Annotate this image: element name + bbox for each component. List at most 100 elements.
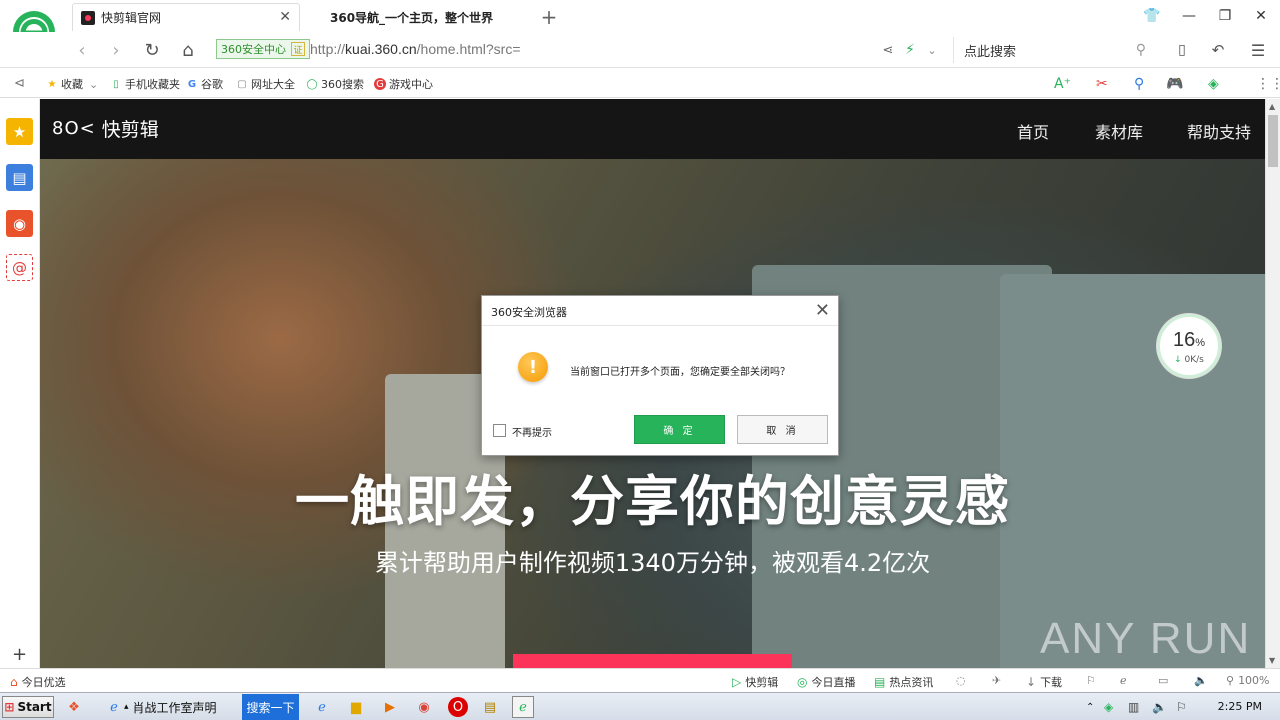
tab-kuaijianji[interactable]: 快剪辑官网 ✕ xyxy=(72,3,300,31)
taskbar-search-button[interactable]: 搜索一下 xyxy=(242,694,299,720)
start-button[interactable]: ⊞ Start xyxy=(2,696,54,718)
ie-mode-icon[interactable]: ℯ xyxy=(1120,674,1127,687)
speedup-icon[interactable]: ◌ xyxy=(956,674,966,687)
apps-icon[interactable]: ⋮⋮ xyxy=(1256,76,1280,92)
nav-help[interactable]: 帮助支持 xyxy=(1187,119,1251,143)
tray-network-icon[interactable]: ▥ xyxy=(1128,696,1139,718)
taskbar-folder-icon[interactable]: ▆ xyxy=(346,696,366,718)
chevron-down-icon[interactable]: ⌄ xyxy=(920,38,944,62)
star-icon: ★ xyxy=(47,78,57,90)
status-download[interactable]: ↓ 下载 xyxy=(1026,674,1062,690)
bookmark-360-search[interactable]: ◯ 360搜索 xyxy=(306,76,364,92)
new-tab-icon[interactable]: + xyxy=(538,3,560,31)
taskbar-chrome-icon[interactable]: ◉ xyxy=(414,696,434,718)
security-badge[interactable]: 360安全中心 证 xyxy=(216,39,310,59)
translate-icon[interactable]: A⁺ xyxy=(1054,76,1071,92)
reading-list-icon[interactable]: ▤ xyxy=(6,164,33,191)
phone-icon: ▯ xyxy=(113,78,119,90)
certificate-icon: 证 xyxy=(291,42,305,56)
page-scrollbar[interactable]: ▲ ▼ xyxy=(1265,99,1280,668)
screenshot-icon[interactable]: ✂ xyxy=(1096,76,1108,92)
warning-icon: ! xyxy=(518,352,548,382)
site-logo[interactable]: 8O< 快剪辑 xyxy=(52,115,159,142)
tray-shield-icon[interactable]: ◈ xyxy=(1104,696,1113,718)
status-kuaijianji[interactable]: ▷ 快剪辑 xyxy=(732,674,778,690)
cancel-button[interactable]: 取 消 xyxy=(737,415,828,444)
share-icon[interactable]: ⋖ xyxy=(876,38,900,62)
nav-home[interactable]: 首页 xyxy=(1017,119,1049,143)
bookmark-sites[interactable]: ▢ 网址大全 xyxy=(236,76,295,92)
pin-icon[interactable]: ✈ xyxy=(992,674,1001,687)
skin-icon[interactable]: 👕 xyxy=(1137,4,1167,28)
taskbar-clock[interactable]: 2:25 PM xyxy=(1218,700,1262,713)
tray-flag-icon[interactable]: ⚐ xyxy=(1176,696,1187,718)
divider xyxy=(482,325,838,326)
close-all-dialog: 360安全浏览器 ✕ ! 当前窗口已打开多个页面，您确定要全部关闭吗？ 不再提示… xyxy=(481,295,839,456)
bookmark-favorites[interactable]: ★ 收藏 ⌄ xyxy=(46,76,99,92)
confirm-button[interactable]: 确 定 xyxy=(634,415,725,444)
site-header: 8O< 快剪辑 首页 素材库 帮助支持 xyxy=(40,99,1265,159)
taskbar-ie-window[interactable]: ℯ ▴ 肖战工作室声明 xyxy=(104,696,239,718)
close-window-icon[interactable]: ✕ xyxy=(1246,4,1276,28)
status-news[interactable]: ▤ 热点资讯 xyxy=(874,674,933,690)
speed-mode-icon[interactable]: ⚡ xyxy=(898,38,922,62)
add-sidebar-icon[interactable]: + xyxy=(6,641,33,668)
checkbox-label[interactable]: 不再提示 xyxy=(512,424,552,439)
mobile-icon[interactable]: ▯ xyxy=(1170,38,1194,62)
dialog-close-icon[interactable]: ✕ xyxy=(815,300,830,321)
undo-icon[interactable]: ↶ xyxy=(1206,38,1230,62)
restore-icon[interactable]: ❐ xyxy=(1210,4,1240,28)
favorites-star-icon[interactable]: ★ xyxy=(6,118,33,145)
tray-volume-icon[interactable]: 🔈 xyxy=(1152,696,1167,718)
ie-icon: ℯ xyxy=(110,699,118,715)
forward-icon[interactable]: › xyxy=(104,38,128,62)
window-icon[interactable]: ▭ xyxy=(1158,674,1168,687)
today-picks[interactable]: ⌂ 今日优选 xyxy=(10,674,66,690)
bookmarks-bar: ⊲ ★ 收藏 ⌄ ▯ 手机收藏夹 G 谷歌 ▢ 网址大全 ◯ 360搜索 G 游戏中心 A⁺ … xyxy=(0,69,1280,98)
dont-remind-checkbox[interactable] xyxy=(493,424,506,437)
shop-icon: ⌂ xyxy=(10,675,18,689)
bookmark-mobile[interactable]: ▯ 手机收藏夹 xyxy=(110,76,180,92)
sidebar-toggle-icon[interactable]: ⊲ xyxy=(14,76,25,91)
gamepad-icon[interactable]: 🎮 xyxy=(1166,76,1183,92)
taskbar-opera-icon[interactable]: O xyxy=(448,696,468,718)
taskbar-ie-icon[interactable]: ℯ xyxy=(312,696,332,718)
volume-icon[interactable]: 🔈 xyxy=(1194,674,1208,687)
search-icon[interactable]: ⚲ xyxy=(1136,42,1146,58)
taskbar-archive-icon[interactable]: ▤ xyxy=(480,696,500,718)
bookmark-google[interactable]: G 谷歌 xyxy=(186,76,223,92)
game-icon: G xyxy=(374,78,386,90)
scroll-thumb[interactable] xyxy=(1268,115,1278,167)
windows-taskbar: ⊞ Start ❖ ℯ ▴ 肖战工作室声明 搜索一下 ℯ ▆ ▶ ◉ O ▤ ℯ ⌃ … xyxy=(0,692,1280,720)
taskbar-media-icon[interactable]: ▶ xyxy=(380,696,400,718)
back-icon[interactable]: ‹ xyxy=(70,38,94,62)
browser-status-bar: ⌂ 今日优选 ▷ 快剪辑 ◎ 今日直播 ▤ 热点资讯 ◌ ✈ ↓ 下载 ⚐ ℯ ▭ 🔈 ⚲… xyxy=(0,668,1280,692)
home-icon[interactable]: ⌂ xyxy=(176,38,200,62)
url-field[interactable]: http://kuai.360.cn/home.html?src= xyxy=(310,41,521,57)
tray-expand-icon[interactable]: ⌃ xyxy=(1086,696,1094,718)
tab-close-icon[interactable]: ✕ xyxy=(279,9,291,25)
download-icon: ↓ xyxy=(1026,675,1037,689)
live-icon: ◎ xyxy=(797,675,808,689)
email-icon[interactable]: @ xyxy=(6,254,33,281)
flag-icon[interactable]: ⚐ xyxy=(1086,674,1096,687)
status-live[interactable]: ◎ 今日直播 xyxy=(797,674,855,690)
weibo-icon[interactable]: ◉ xyxy=(6,210,33,237)
zoom-control[interactable]: ⚲ 100% xyxy=(1226,674,1270,687)
taskbar-app-icon[interactable]: ❖ xyxy=(64,696,84,718)
menu-icon[interactable]: ☰ xyxy=(1246,38,1270,62)
tab-360-nav[interactable]: 360导航_一个主页，整个世界 xyxy=(312,3,532,31)
tab-label: 360导航_一个主页，整个世界 xyxy=(330,10,494,25)
refresh-icon[interactable]: ↻ xyxy=(140,38,164,62)
search-input[interactable]: 点此搜索 ⚲ xyxy=(953,37,1158,63)
shield-icon[interactable]: ◈ xyxy=(1208,76,1219,92)
tab-label: 快剪辑官网 xyxy=(101,11,162,25)
bookmark-games[interactable]: G 游戏中心 xyxy=(374,76,433,92)
nav-materials[interactable]: 素材库 xyxy=(1095,119,1143,143)
hero-cta-button[interactable] xyxy=(513,654,792,668)
magnifier-icon[interactable]: ⚲ xyxy=(1134,76,1144,92)
page-icon: ▢ xyxy=(237,78,247,90)
taskbar-360-browser-icon[interactable]: ℯ xyxy=(512,696,534,718)
minimize-icon[interactable]: — xyxy=(1174,4,1204,28)
network-speed-widget[interactable]: 16% ↓ 0K/s xyxy=(1157,314,1221,378)
